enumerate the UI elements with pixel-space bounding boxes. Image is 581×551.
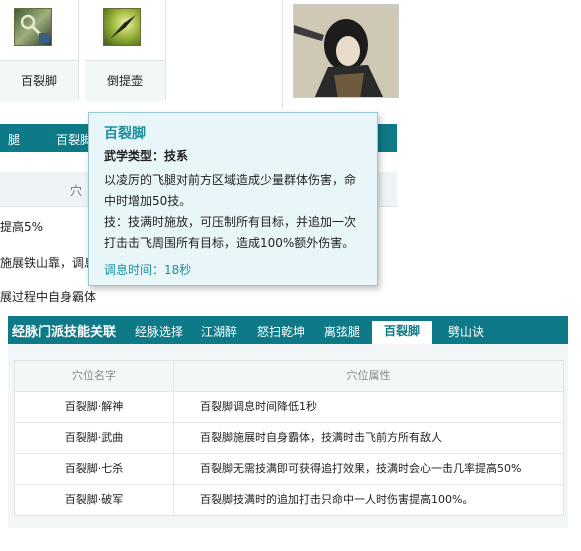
column-header-attr: 穴位属性 <box>346 369 391 382</box>
tab-bailiejiao[interactable]: 百裂脚 <box>56 131 92 148</box>
character-portrait <box>293 4 399 98</box>
table-row: 百裂脚·破军 百裂脚技满时的追加打击只命中一人时伤害提高100%。 <box>15 484 563 515</box>
meridian-panel: 经脉门派技能关联 经脉选择 江湖醉 怒扫乾坤 离弦腿 百裂脚 劈山诀 穴位名字 … <box>8 316 568 528</box>
upper-header-label: 穴 <box>70 184 83 198</box>
table-row: 百裂脚·解神 百裂脚调息时间降低1秒 <box>15 391 563 422</box>
acupoint-attr: 百裂脚施展时自身霸体，技满时击飞前方所有敌人 <box>200 431 442 444</box>
tab-nusao-qiankun[interactable]: 怒扫乾坤 <box>257 323 305 340</box>
tooltip-desc-line: 打击击飞周围所有目标，造成100%额外伤害。 <box>104 236 355 250</box>
tab-jingmai-xuanze[interactable]: 经脉选择 <box>135 323 183 340</box>
skill-tooltip: 百裂脚 武学类型：技系 以凌厉的飞腿对前方区域造成少量群体伤害，命 中时增加50… <box>88 112 378 286</box>
acupoint-name: 百裂脚·解神 <box>15 392 174 422</box>
skill-card-daotihu[interactable]: 倒提壶 <box>85 0 166 101</box>
table-header: 穴位名字 穴位属性 <box>15 361 563 391</box>
acupoint-attr: 百裂脚调息时间降低1秒 <box>200 400 317 413</box>
table-row: 百裂脚·武曲 百裂脚施展时自身霸体，技满时击飞前方所有敌人 <box>15 422 563 453</box>
acupoint-name: 百裂脚·武曲 <box>15 423 174 453</box>
tab-jianghuzui[interactable]: 江湖醉 <box>201 323 237 340</box>
upper-row-text: 展过程中自身霸体 <box>0 290 97 304</box>
tooltip-desc-line: 技：技满时施放，可压制所有目标，并追加一次 <box>104 215 357 229</box>
tooltip-cooldown: 调息时间：18秒 <box>104 263 192 277</box>
acupoint-name: 百裂脚·七杀 <box>15 454 174 484</box>
table-row: 百裂脚·七杀 百裂脚无需技满即可获得追打效果，技满时会心一击几率提高50% <box>15 453 563 484</box>
upper-row-text: 施展铁山靠，调息 <box>0 256 97 270</box>
panel-heading: 经脉门派技能关联 <box>12 325 117 340</box>
skill-card-bailiejiao[interactable]: 百裂脚 <box>0 0 79 101</box>
acupoint-attr: 百裂脚无需技满即可获得追打效果，技满时会心一击几率提高50% <box>200 462 522 475</box>
tooltip-type: 武学类型：技系 <box>104 149 189 163</box>
acupoint-name: 百裂脚·破军 <box>15 485 174 515</box>
tooltip-title: 百裂脚 <box>104 126 146 142</box>
upper-row-text: 提高5% <box>0 220 44 234</box>
skill-label: 百裂脚 <box>0 60 78 101</box>
tab-tui[interactable]: 腿 <box>8 131 20 148</box>
tab-pishanjue[interactable]: 劈山诀 <box>448 323 484 340</box>
tab-lixiantui[interactable]: 离弦腿 <box>324 323 360 340</box>
spin-skill-icon <box>103 8 141 46</box>
acupoint-table: 穴位名字 穴位属性 百裂脚·解神 百裂脚调息时间降低1秒 百裂脚·武曲 百裂脚施… <box>14 360 564 516</box>
staff-skill-icon <box>14 8 52 46</box>
column-header-name: 穴位名字 <box>15 361 174 391</box>
tab-bailiejiao-active[interactable]: 百裂脚 <box>372 321 433 344</box>
tooltip-desc-line: 以凌厉的飞腿对前方区域造成少量群体伤害，命 <box>104 173 357 187</box>
meridian-tab-bar: 经脉门派技能关联 经脉选择 江湖醉 怒扫乾坤 离弦腿 百裂脚 劈山诀 <box>8 316 568 344</box>
tooltip-desc-line: 中时增加50技。 <box>104 194 192 208</box>
acupoint-attr: 百裂脚技满时的追加打击只命中一人时伤害提高100%。 <box>200 493 474 506</box>
skill-label: 倒提壶 <box>85 60 165 101</box>
portrait-panel <box>282 0 403 108</box>
